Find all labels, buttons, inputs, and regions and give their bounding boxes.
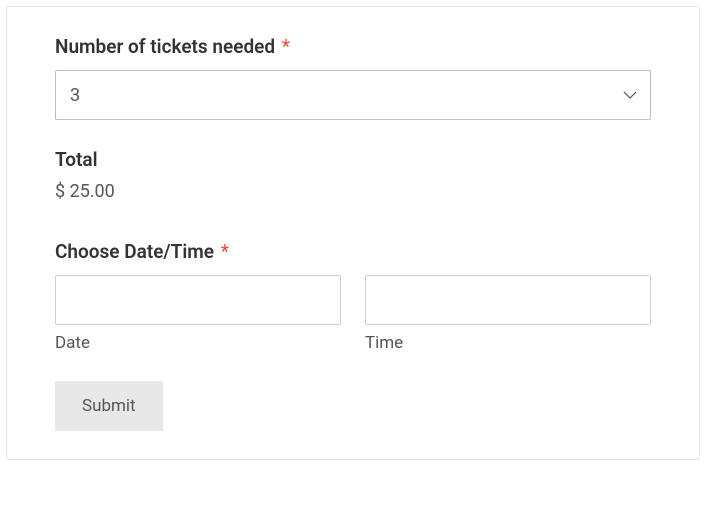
time-input[interactable] (365, 275, 651, 325)
tickets-label-text: Number of tickets needed (55, 35, 275, 58)
datetime-row: Date Time (55, 275, 651, 353)
tickets-label: Number of tickets needed * (55, 35, 651, 58)
date-column: Date (55, 275, 341, 353)
datetime-label-text: Choose Date/Time (55, 240, 214, 263)
date-sublabel: Date (55, 333, 341, 353)
tickets-select-wrapper: 3 (55, 70, 651, 120)
form-container: Number of tickets needed * 3 Total $ 25.… (6, 6, 700, 460)
required-asterisk: * (282, 35, 290, 58)
time-sublabel: Time (365, 333, 651, 353)
datetime-label: Choose Date/Time * (55, 240, 651, 263)
tickets-select[interactable]: 3 (55, 70, 651, 120)
total-label: Total (55, 148, 651, 171)
date-input[interactable] (55, 275, 341, 325)
time-column: Time (365, 275, 651, 353)
required-asterisk: * (221, 240, 229, 263)
total-value: $ 25.00 (55, 181, 651, 202)
submit-button[interactable]: Submit (55, 381, 163, 431)
